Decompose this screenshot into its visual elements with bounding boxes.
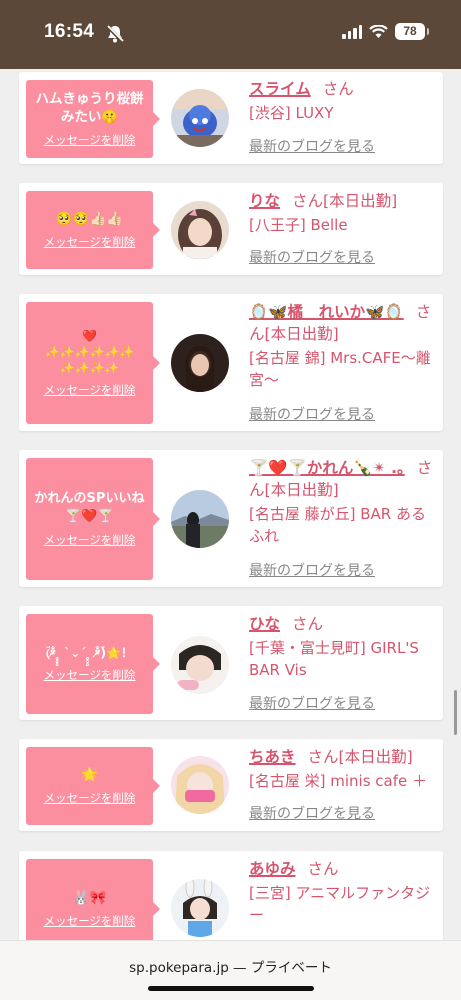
girl-name-link[interactable]: 🍸❤️🍸かれん🍾✴︎ .｡: [249, 459, 405, 477]
message-card: ハムきゅうり桜餅 みたい🤫 メッセージを削除 スライム さん [渋谷] LUXY …: [19, 72, 443, 164]
avatar[interactable]: [171, 756, 229, 814]
girl-info: りな さん[本日出勤] [八王子] Belle: [249, 190, 437, 236]
silent-bell-icon: [105, 24, 125, 44]
message-bubble: ハムきゅうり桜餅 みたい🤫 メッセージを削除: [26, 80, 160, 158]
delete-message-link[interactable]: メッセージを削除: [44, 132, 136, 148]
message-list[interactable]: ハムきゅうり桜餅 みたい🤫 メッセージを削除 スライム さん [渋谷] LUXY …: [0, 69, 461, 940]
message-card: かれんのSPいいね 🍸❤️🍸 メッセージを削除 🍸❤️🍸かれん🍾✴︎ .｡ さん[…: [19, 450, 443, 587]
message-text: かれんのSPいいね 🍸❤️🍸: [34, 491, 145, 524]
battery-icon: 78: [395, 23, 429, 40]
message-card: 🐰🎀 メッセージを削除 あゆみ さん [三宮] アニマルファンタジー: [19, 851, 443, 940]
delete-message-link[interactable]: メッセージを削除: [44, 790, 136, 806]
message-bubble: 🥺🥺👍🏻👍🏻 メッセージを削除: [26, 191, 160, 269]
cellular-signal-icon: [342, 24, 362, 39]
attendance-label: [本日出勤]: [338, 748, 413, 766]
wifi-icon: [369, 24, 388, 38]
girl-name-link[interactable]: あゆみ: [249, 860, 296, 878]
girl-info: ひな さん [千葉・富士見町] GIRL'S BAR Vis: [249, 613, 437, 681]
latest-blog-link[interactable]: 最新のブログを見る: [249, 803, 375, 823]
girl-name-link[interactable]: りな: [249, 192, 280, 210]
latest-blog-link[interactable]: 最新のブログを見る: [249, 560, 375, 580]
san-label: さん: [292, 615, 324, 633]
battery-level: 78: [403, 24, 417, 38]
avatar[interactable]: [171, 636, 229, 694]
message-text: ハムきゅうり桜餅 みたい🤫: [35, 90, 144, 125]
url-label[interactable]: sp.pokepara.jp — プライベート: [0, 956, 461, 976]
shop-info: [名古屋 錦] Mrs.CAFE〜離宮〜: [249, 349, 431, 389]
latest-blog-link[interactable]: 最新のブログを見る: [249, 247, 375, 267]
message-card: 🥺🥺👍🏻👍🏻 メッセージを削除 りな さん[本日出勤] [八王子] Belle 最…: [19, 183, 443, 275]
avatar[interactable]: [171, 490, 229, 548]
latest-blog-link[interactable]: 最新のブログを見る: [249, 404, 375, 424]
status-bar: 16:54 78: [0, 0, 461, 69]
message-text: 🥺🥺👍🏻👍🏻: [55, 210, 124, 227]
girl-info: ちあき さん[本日出勤] [名古屋 栄] minis cafe ＋: [249, 746, 437, 792]
shop-info: [渋谷] LUXY: [249, 104, 334, 122]
message-bubble: 🌟 メッセージを削除: [26, 747, 160, 825]
shop-info: [千葉・富士見町] GIRL'S BAR Vis: [249, 639, 419, 679]
message-card: (ؔᵒ̷̵̐ ̥̥̥ ˋ⌄ˊ ̥̥̥ ᵒ̷̵̐ؔ)🌟！ メッセージを削除 ひなさ…: [19, 606, 443, 720]
shop-info: [名古屋 栄] minis cafe ＋: [249, 772, 427, 790]
avatar[interactable]: [171, 334, 229, 392]
status-time: 16:54: [44, 21, 95, 42]
shop-info: [三宮] アニマルファンタジー: [249, 884, 431, 924]
message-card: 🌟 メッセージを削除 ちあき さん[本日出勤] [名古屋 栄] minis caf…: [19, 739, 443, 831]
avatar[interactable]: [171, 879, 229, 937]
attendance-label: [本日出勤]: [264, 481, 339, 499]
delete-message-link[interactable]: メッセージを削除: [44, 532, 136, 548]
delete-message-link[interactable]: メッセージを削除: [44, 913, 136, 929]
san-label: さん: [307, 748, 339, 766]
home-indicator[interactable]: [148, 986, 314, 991]
girl-info: 🍸❤️🍸かれん🍾✴︎ .｡ さん[本日出勤] [名古屋 藤が丘] BAR あるふれ: [249, 457, 437, 547]
message-bubble: ❤️ ✨✨✨✨✨✨ ✨✨✨✨ メッセージを削除: [26, 302, 160, 424]
san-label: さん: [307, 860, 339, 878]
attendance-label: [本日出勤]: [323, 192, 398, 210]
girl-name-link[interactable]: 🪞🦋橘 れいか🦋🪞: [249, 303, 404, 321]
avatar[interactable]: [171, 89, 229, 147]
message-bubble: (ؔᵒ̷̵̐ ̥̥̥ ˋ⌄ˊ ̥̥̥ ᵒ̷̵̐ؔ)🌟！ メッセージを削除: [26, 614, 160, 714]
message-text: 🌟: [81, 766, 98, 783]
latest-blog-link[interactable]: 最新のブログを見る: [249, 136, 375, 156]
san-label: さん: [322, 80, 354, 98]
delete-message-link[interactable]: メッセージを削除: [44, 667, 136, 683]
delete-message-link[interactable]: メッセージを削除: [44, 382, 136, 398]
message-text: 🐰🎀: [72, 889, 107, 906]
message-bubble: かれんのSPいいね 🍸❤️🍸 メッセージを削除: [26, 458, 160, 580]
shop-info: [名古屋 藤が丘] BAR あるふれ: [249, 505, 426, 545]
attendance-label: [本日出勤]: [264, 325, 339, 343]
shop-info: [八王子] Belle: [249, 216, 348, 234]
girl-info: あゆみ さん [三宮] アニマルファンタジー: [249, 858, 437, 926]
message-text: (ؔᵒ̷̵̐ ̥̥̥ ˋ⌄ˊ ̥̥̥ ᵒ̷̵̐ؔ)🌟！: [46, 645, 133, 660]
scrollbar[interactable]: [454, 690, 457, 735]
girl-info: スライム さん [渋谷] LUXY: [249, 78, 437, 124]
browser-address-bar[interactable]: sp.pokepara.jp — プライベート: [0, 940, 461, 1000]
girl-name-link[interactable]: ひな: [249, 615, 280, 633]
latest-blog-link[interactable]: 最新のブログを見る: [249, 693, 375, 713]
avatar[interactable]: [171, 201, 229, 259]
delete-message-link[interactable]: メッセージを削除: [44, 234, 136, 250]
san-label: さん: [292, 192, 324, 210]
girl-info: 🪞🦋橘 れいか🦋🪞 さん[本日出勤] [名古屋 錦] Mrs.CAFE〜離宮〜: [249, 301, 437, 391]
girl-name-link[interactable]: ちあき: [249, 748, 296, 766]
message-card: ❤️ ✨✨✨✨✨✨ ✨✨✨✨ メッセージを削除 🪞🦋橘 れいか🦋🪞 さん[本日出勤…: [19, 294, 443, 431]
girl-name-link[interactable]: スライム: [249, 80, 311, 98]
message-text: ❤️ ✨✨✨✨✨✨ ✨✨✨✨: [44, 328, 135, 376]
message-bubble: 🐰🎀 メッセージを削除: [26, 859, 160, 940]
